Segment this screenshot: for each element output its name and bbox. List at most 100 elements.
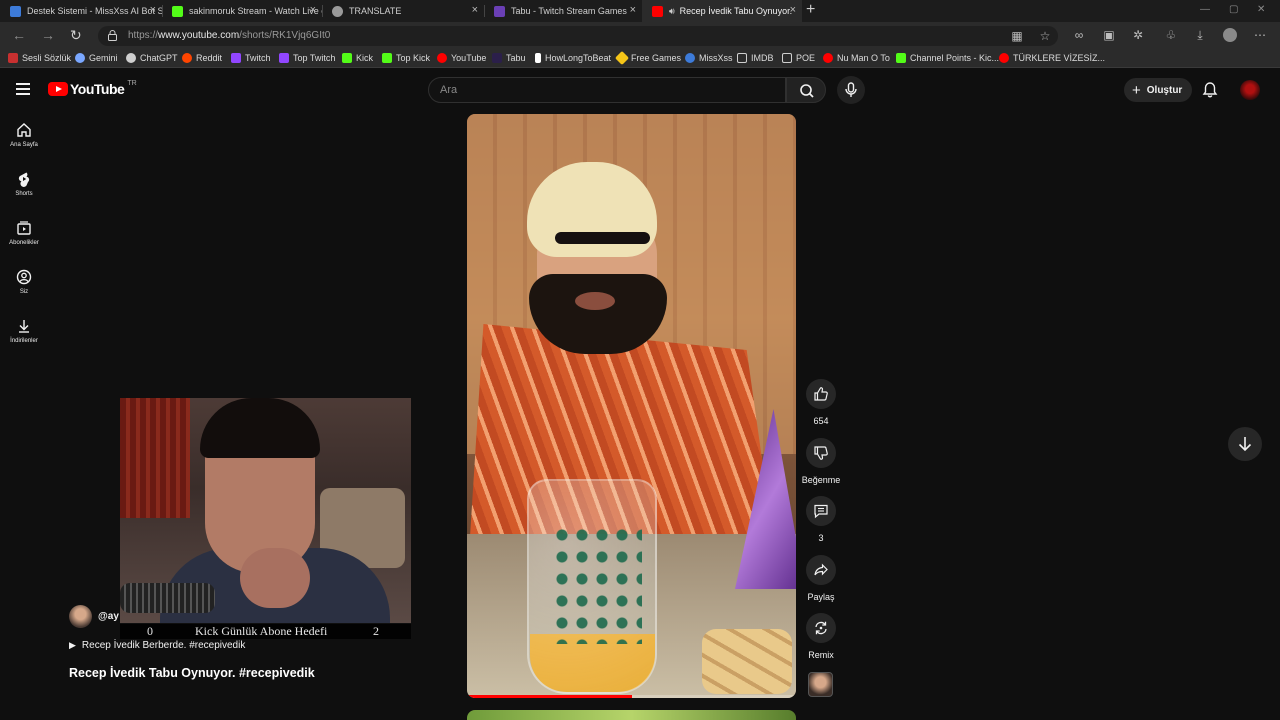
search-box[interactable] — [428, 77, 786, 103]
channel-avatar[interactable] — [69, 605, 92, 628]
url-field[interactable]: https://www.youtube.com/shorts/RK1Vjq6GI… — [98, 26, 1058, 46]
lock-icon[interactable] — [108, 30, 117, 41]
bookmark[interactable]: Twitch — [231, 53, 271, 63]
more-menu-icon[interactable]: ⋯ — [1253, 28, 1267, 42]
search-button[interactable] — [786, 77, 826, 103]
gemini-icon — [75, 53, 85, 63]
remix-label: Remix — [808, 650, 834, 660]
browser-tab[interactable]: TRANSLATE × — [322, 0, 484, 22]
like-button-circle[interactable] — [806, 379, 836, 409]
bookmark[interactable]: Nu Man O To — [823, 53, 890, 63]
bookmark[interactable]: Gemini — [75, 53, 118, 63]
youtube-logo[interactable]: YouTube TR — [48, 80, 137, 97]
extension-badge-icon[interactable]: ▣ — [1102, 28, 1116, 42]
favorites-icon[interactable]: ♧ — [1164, 28, 1178, 42]
favorite-star-icon[interactable]: ☆ — [1038, 29, 1052, 43]
reader-mode-icon[interactable]: ▦ — [1010, 29, 1024, 43]
sidebar-item-label: İndirilenler — [10, 338, 38, 344]
share-button[interactable]: Paylaş — [799, 555, 843, 602]
video-progress-fill — [467, 695, 632, 698]
comment-count: 3 — [818, 533, 824, 543]
remix-button-circle[interactable] — [806, 613, 836, 643]
sidebar-item-shorts[interactable]: Shorts — [0, 171, 48, 197]
tab-close-icon[interactable]: × — [630, 4, 636, 16]
back-icon[interactable]: ← — [12, 27, 26, 43]
bookmark[interactable]: MissXss — [685, 53, 733, 63]
bookmark[interactable]: Top Twitch — [279, 53, 335, 63]
maximize-icon[interactable]: ▢ — [1229, 4, 1238, 15]
sidebar-item-you[interactable]: Siz — [0, 269, 48, 295]
hamburger-menu-icon[interactable] — [16, 83, 30, 95]
browser-tab[interactable]: Tabu - Twitch Stream Games × — [484, 0, 642, 22]
profile-avatar[interactable] — [1223, 28, 1237, 42]
voice-search-button[interactable] — [837, 76, 865, 104]
bookmark[interactable]: Tabu — [492, 53, 526, 63]
video-title[interactable]: Recep İvedik Tabu Oynuyor. #recepivedik — [69, 666, 315, 680]
tab-close-icon[interactable]: × — [150, 4, 156, 16]
like-count: 654 — [813, 416, 829, 426]
speaker-icon[interactable]: 🔊︎ — [669, 6, 675, 17]
extension-glasses-icon[interactable]: ∞ — [1072, 28, 1086, 42]
dislike-button[interactable]: Beğenme — [799, 438, 843, 485]
close-window-icon[interactable]: ✕ — [1257, 4, 1265, 15]
video-description[interactable]: ▶ Recep İvedik Berberde. #recepivedik — [69, 640, 245, 651]
share-button-circle[interactable] — [806, 555, 836, 585]
remix-button[interactable]: Remix — [799, 613, 843, 660]
browser-tab[interactable]: Destek Sistemi - MissXss AI Bot S × — [0, 0, 162, 22]
download-icon[interactable]: ⤓ — [1193, 28, 1207, 42]
missxss-icon — [685, 53, 695, 63]
bookmark[interactable]: YouTube — [437, 53, 486, 63]
reload-icon[interactable]: ↻ — [70, 27, 82, 44]
like-button[interactable]: 654 — [799, 379, 843, 426]
address-bar-row: ← → ↻ https://www.youtube.com/shorts/RK1… — [0, 22, 1280, 50]
bookmark-folder[interactable]: POE — [782, 53, 815, 63]
notifications-bell-icon[interactable] — [1202, 81, 1218, 99]
new-tab-button[interactable]: + — [806, 1, 815, 19]
next-short-button[interactable] — [1228, 427, 1262, 461]
sidebar-item-downloads[interactable]: İndirilenler — [0, 318, 48, 344]
webcam-person-hand — [240, 548, 310, 608]
tab-close-icon[interactable]: × — [790, 4, 796, 16]
create-button[interactable]: + Oluştur — [1124, 78, 1192, 102]
channel-row[interactable]: @ay — [69, 605, 119, 628]
browser-tab[interactable]: sakinmoruk Stream - Watch Live o × — [162, 0, 322, 22]
tab-close-icon[interactable]: × — [310, 4, 316, 16]
next-short-preview[interactable] — [467, 710, 796, 720]
tab-close-icon[interactable]: × — [472, 4, 478, 16]
account-avatar[interactable] — [1240, 80, 1260, 100]
bookmark[interactable]: TÜRKLERE VİZESİZ... — [999, 53, 1105, 63]
forward-icon[interactable]: → — [41, 27, 55, 43]
arrow-down-icon — [1238, 437, 1252, 452]
bookmark[interactable]: Free Games — [614, 50, 681, 66]
youtube-favicon-icon — [652, 5, 663, 17]
bookmark[interactable]: Reddit — [182, 53, 222, 63]
channel-thumbnail[interactable] — [808, 672, 833, 697]
bookmark[interactable]: Top Kick — [382, 53, 430, 63]
bookmark[interactable]: HowLongToBeat — [535, 53, 611, 63]
minimize-icon[interactable]: — — [1200, 4, 1210, 15]
tab-favicon-icon — [494, 5, 505, 17]
comments-button[interactable]: 3 — [799, 496, 843, 543]
browser-tab-active[interactable]: 🔊︎ Recep İvedik Tabu Oynuyor. × — [642, 0, 802, 22]
sidebar-item-subscriptions[interactable]: Abonelikler — [0, 220, 48, 246]
dislike-button-circle[interactable] — [806, 438, 836, 468]
comments-button-circle[interactable] — [806, 496, 836, 526]
search-input[interactable] — [429, 78, 785, 102]
channel-handle[interactable]: @ay — [98, 611, 119, 622]
kick-icon — [342, 53, 352, 63]
video-progress-bar[interactable] — [467, 695, 796, 698]
bookmark[interactable]: Channel Points - Kic... — [896, 53, 999, 63]
remix-icon — [815, 621, 827, 635]
bookmark[interactable]: Sesli Sözlük — [8, 53, 71, 63]
folder-icon — [782, 53, 792, 63]
bookmark[interactable]: ChatGPT — [126, 53, 178, 63]
shorts-video-player[interactable] — [467, 114, 796, 698]
play-triangle-icon: ▶ — [69, 640, 76, 650]
share-icon — [814, 563, 828, 576]
youtube-icon — [823, 53, 833, 63]
extensions-puzzle-icon[interactable]: ✲ — [1131, 28, 1145, 42]
bookmark-folder[interactable]: IMDB — [737, 53, 774, 63]
sidebar-item-home[interactable]: Ana Sayfa — [0, 122, 48, 148]
bookmark[interactable]: Kick — [342, 53, 373, 63]
folder-icon — [737, 53, 747, 63]
